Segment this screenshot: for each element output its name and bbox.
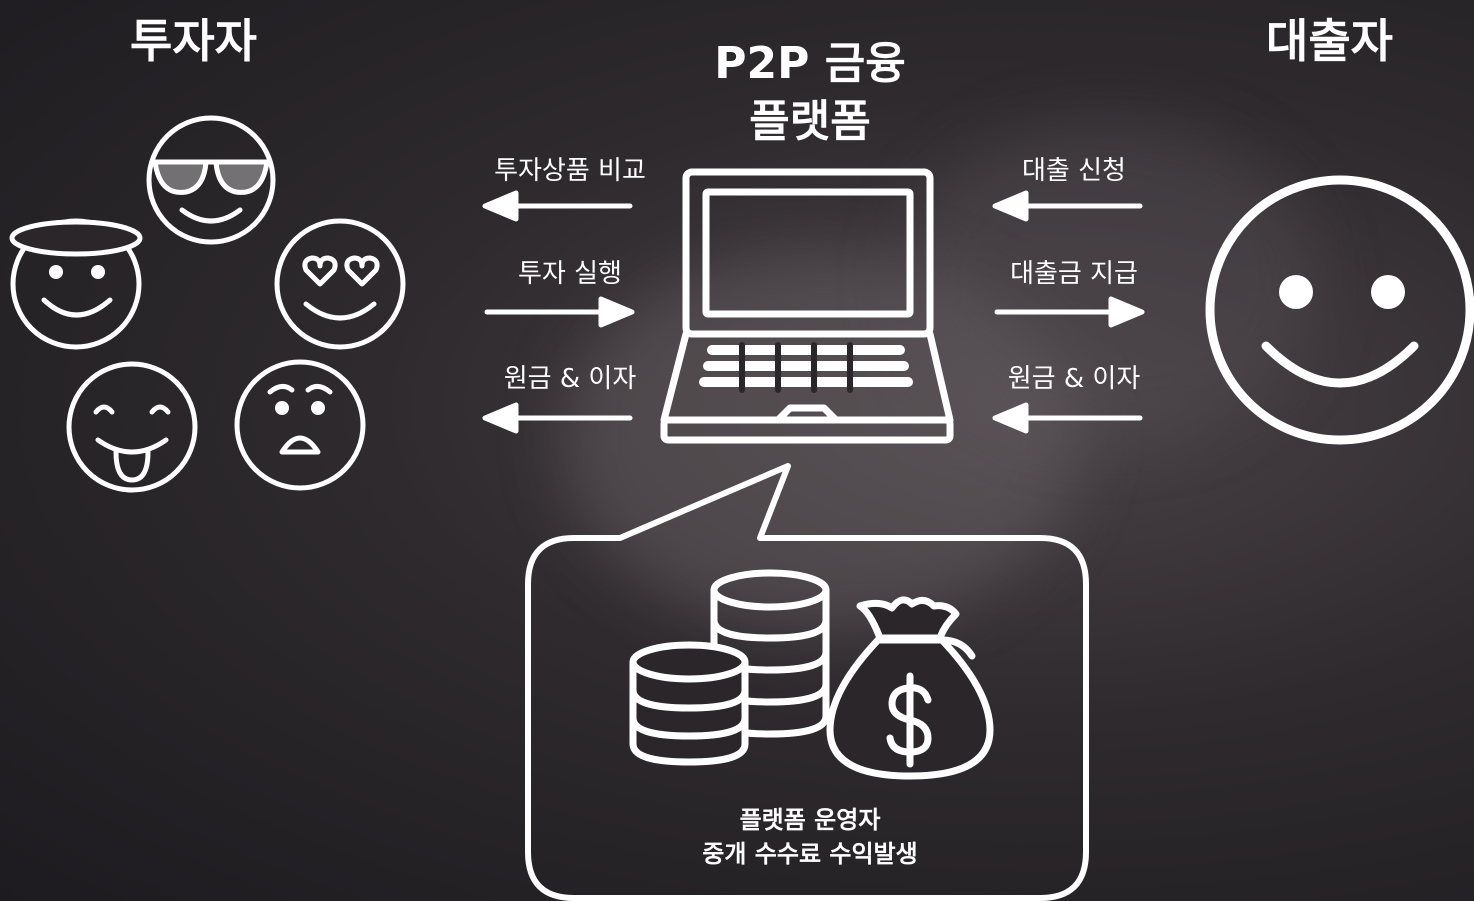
arrow-apply — [992, 190, 1143, 222]
arrow-invest — [484, 296, 635, 328]
operator-line2: 중개 수수료 수익발생 — [702, 840, 918, 868]
laptop-icon — [660, 168, 954, 444]
operator-caption: 플랫폼 운영자 중개 수수료 수익발생 — [620, 803, 1000, 871]
sunglasses-face-icon — [146, 115, 276, 245]
surprised-face-icon — [234, 359, 366, 491]
angel-face-icon — [9, 218, 143, 350]
arrow-disburse — [994, 296, 1145, 328]
smiley-face-icon — [1205, 175, 1474, 445]
coin-stack-icon — [629, 569, 830, 766]
operator-line1: 플랫폼 운영자 — [739, 806, 881, 834]
heart-eyes-face-icon — [274, 218, 406, 350]
arrow-compare — [482, 190, 633, 222]
arrow-principal-right — [992, 402, 1143, 434]
money-bag-icon — [826, 596, 994, 780]
arrow-principal-left — [482, 402, 633, 434]
tongue-face-icon — [66, 361, 198, 493]
